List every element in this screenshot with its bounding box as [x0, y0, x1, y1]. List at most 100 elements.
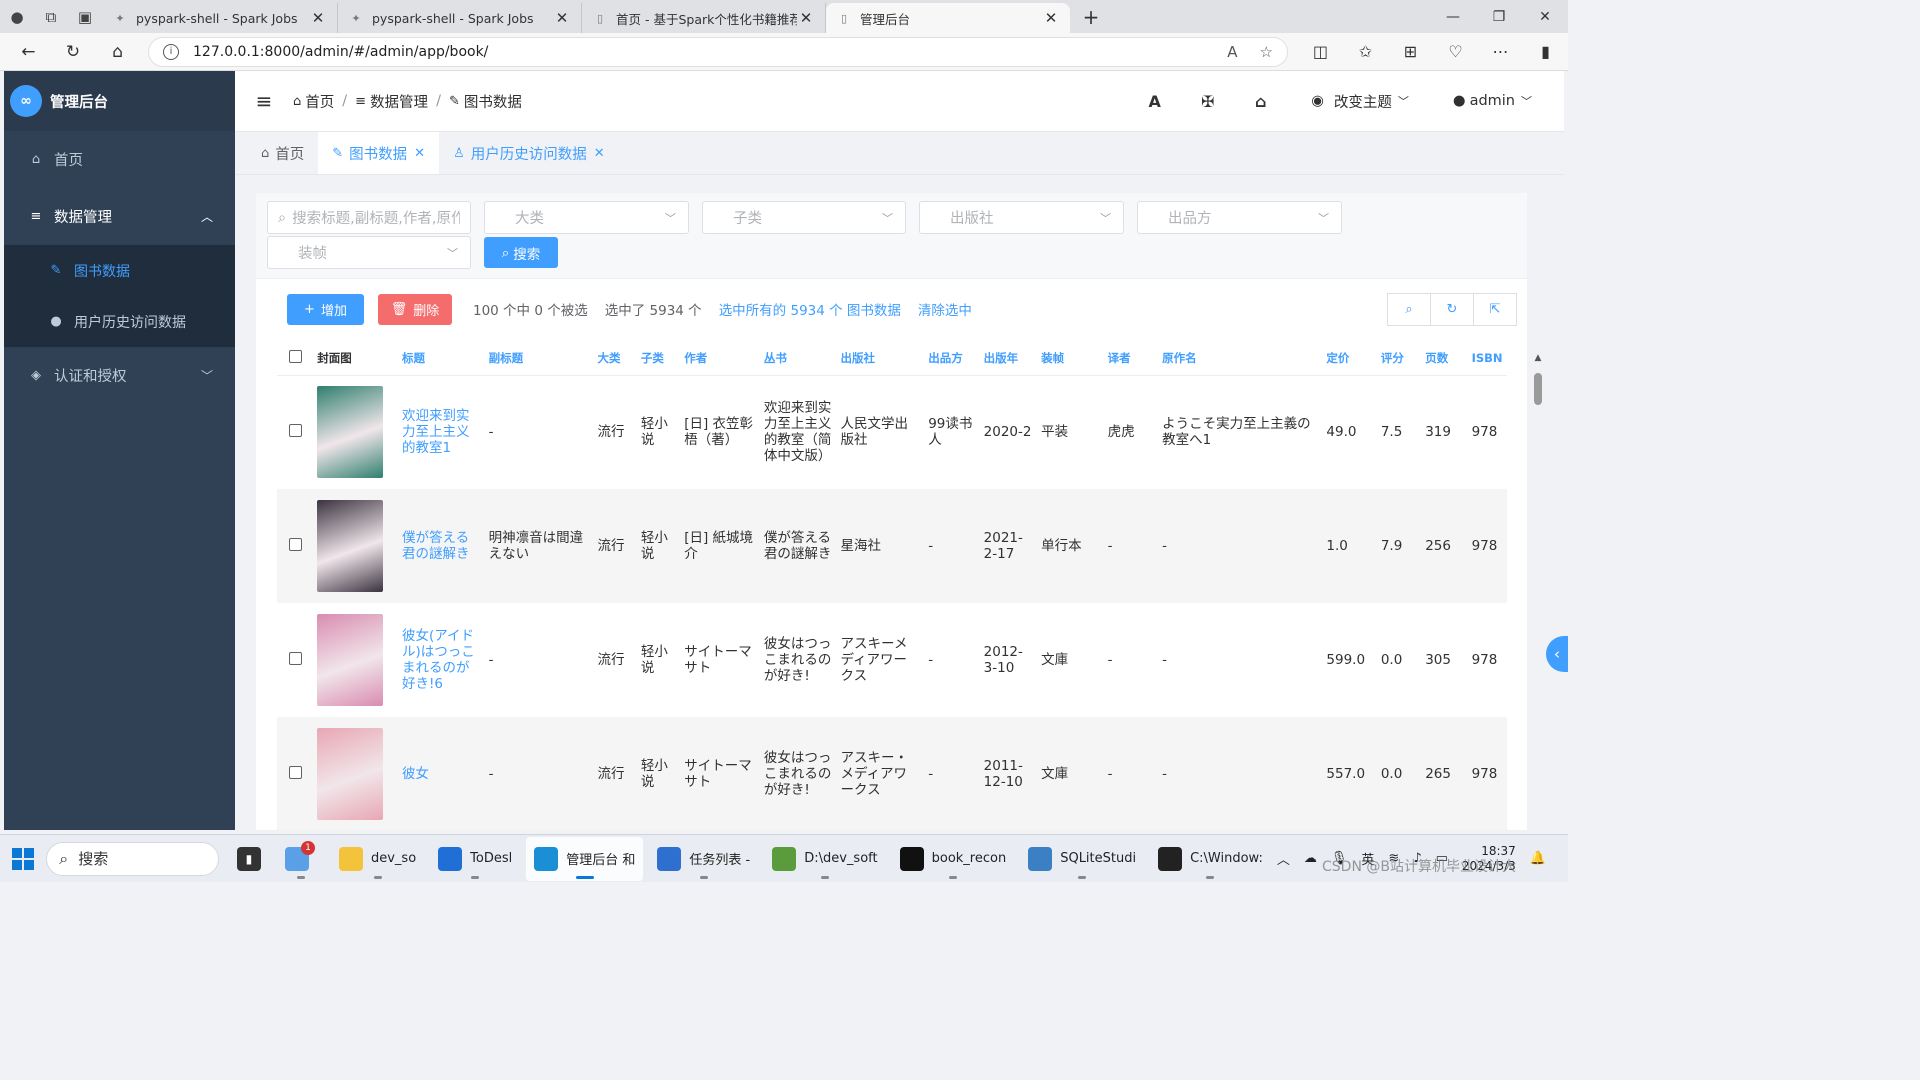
- search-input[interactable]: ⌕ 搜索标题,副标题,作者,原作: [267, 201, 471, 234]
- read-aloud-icon[interactable]: A: [1227, 43, 1237, 61]
- close-icon[interactable]: ✕: [594, 146, 605, 161]
- column-header[interactable]: 大类: [593, 341, 637, 376]
- clear-selection-link[interactable]: 清除选中: [918, 299, 972, 319]
- more-icon[interactable]: ⋯: [1478, 42, 1523, 61]
- taskbar-app[interactable]: book_recon: [892, 837, 1015, 881]
- binding-select[interactable]: 装帧 ﹀: [267, 236, 471, 269]
- minimize-icon[interactable]: —: [1430, 0, 1476, 33]
- export-icon[interactable]: ⇱: [1473, 292, 1517, 326]
- close-icon[interactable]: ✕: [309, 9, 327, 27]
- row-checkbox[interactable]: [289, 651, 302, 665]
- breadcrumb-item[interactable]: 数据管理: [370, 91, 428, 112]
- column-header[interactable]: 标题: [397, 341, 485, 376]
- browser-tab-2[interactable]: ✦ pyspark-shell - Spark Jobs ✕: [338, 3, 582, 33]
- tag-home[interactable]: ⌂ 首页: [247, 132, 318, 174]
- performance-icon[interactable]: ♡: [1433, 42, 1478, 61]
- delete-button[interactable]: 🗑 删除: [378, 293, 452, 325]
- cell-title[interactable]: 欢迎来到实力至上主义的教室1: [398, 375, 485, 489]
- column-header[interactable]: 定价: [1322, 341, 1377, 376]
- browser-tab-4[interactable]: ▯ 管理后台 ✕: [826, 3, 1070, 33]
- home-icon[interactable]: ⌂: [1234, 92, 1287, 111]
- column-header[interactable]: 评分: [1376, 341, 1422, 376]
- home-icon[interactable]: ⌂: [95, 42, 140, 62]
- profile-icon[interactable]: ●: [0, 0, 34, 33]
- user-dropdown[interactable]: ● admin ﹀: [1453, 93, 1532, 109]
- column-header[interactable]: 装帧: [1037, 341, 1104, 376]
- taskbar-app[interactable]: dev_so: [331, 837, 424, 881]
- side-drawer-button[interactable]: ‹: [1546, 636, 1568, 672]
- search-toggle-icon[interactable]: ⌕: [1387, 292, 1431, 326]
- taskbar-app[interactable]: 任务列表 -: [649, 837, 758, 881]
- workspaces-icon[interactable]: ⧉: [34, 0, 68, 33]
- column-header[interactable]: 子类: [636, 341, 681, 376]
- column-header[interactable]: 作者: [680, 341, 760, 376]
- taskbar-app[interactable]: C:\Window:: [1150, 837, 1271, 881]
- tab-actions-icon[interactable]: ▣: [68, 0, 102, 33]
- notification-bell-icon[interactable]: 🔔: [1530, 851, 1546, 866]
- collections-icon[interactable]: ⊞: [1388, 42, 1433, 61]
- cover-image[interactable]: [317, 386, 384, 479]
- fullscreen-icon[interactable]: ✠: [1181, 92, 1234, 111]
- theme-dropdown[interactable]: ◉ 改变主题 ﹀: [1311, 91, 1409, 112]
- cover-image[interactable]: [317, 500, 384, 592]
- taskbar-app[interactable]: 1: [277, 837, 325, 881]
- favorites-icon[interactable]: ✩: [1343, 42, 1388, 61]
- url-field[interactable]: i 127.0.0.1:8000/admin/#/admin/app/book/…: [148, 36, 1288, 67]
- taskview-button[interactable]: ▮: [229, 837, 277, 881]
- split-screen-icon[interactable]: ◫: [1298, 42, 1343, 61]
- cell-title[interactable]: 彼女(アイドル)はつっこまれるのが好き!6: [398, 603, 485, 717]
- sidebar-toggle-icon[interactable]: ▮: [1523, 42, 1568, 61]
- info-icon[interactable]: i: [163, 43, 180, 60]
- column-header[interactable]: 译者: [1103, 341, 1159, 376]
- taskbar-app[interactable]: SQLiteStudi: [1020, 837, 1144, 881]
- sidebar-item-books[interactable]: ✎ 图书数据: [4, 245, 235, 296]
- search-button[interactable]: ⌕ 搜索: [484, 237, 558, 268]
- font-size-icon[interactable]: A: [1128, 92, 1181, 111]
- cover-image[interactable]: [317, 728, 384, 820]
- column-header[interactable]: 页数: [1421, 341, 1468, 376]
- favorite-star-icon[interactable]: ☆: [1260, 43, 1273, 61]
- cell-title[interactable]: 彼女: [397, 717, 485, 830]
- row-checkbox[interactable]: [289, 423, 302, 437]
- scrollbar-thumb[interactable]: [1534, 373, 1542, 405]
- close-icon[interactable]: ✕: [797, 9, 815, 27]
- column-header[interactable]: 出品方: [924, 341, 980, 376]
- row-checkbox[interactable]: [289, 765, 302, 779]
- close-window-icon[interactable]: ✕: [1522, 0, 1568, 33]
- scrollbar[interactable]: ▲: [1532, 353, 1544, 830]
- breadcrumb-item[interactable]: 首页: [305, 91, 334, 112]
- close-icon[interactable]: ✕: [414, 146, 425, 161]
- column-header[interactable]: 原作名: [1158, 341, 1323, 376]
- sidebar-item-auth[interactable]: ◈ 认证和授权 ﹀: [4, 347, 235, 404]
- add-button[interactable]: + 增加: [287, 293, 364, 325]
- scroll-up-icon[interactable]: ▲: [1532, 353, 1544, 363]
- column-header[interactable]: ISBN: [1467, 341, 1507, 376]
- close-icon[interactable]: ✕: [1042, 9, 1060, 27]
- close-icon[interactable]: ✕: [553, 9, 571, 27]
- row-checkbox[interactable]: [289, 537, 302, 551]
- select-all-link[interactable]: 选中所有的 5934 个 图书数据: [719, 299, 901, 319]
- browser-tab-1[interactable]: ✦ pyspark-shell - Spark Jobs ✕: [102, 3, 338, 33]
- sidebar-item-user-history[interactable]: ● 用户历史访问数据: [4, 296, 235, 347]
- column-header[interactable]: 出版社: [836, 341, 925, 376]
- tag-user-history[interactable]: ♙ 用户历史访问数据 ✕: [439, 132, 619, 174]
- column-header[interactable]: 出版年: [979, 341, 1038, 376]
- subcategory-select[interactable]: 子类 ﹀: [702, 201, 906, 234]
- taskbar-app[interactable]: D:\dev_soft: [764, 837, 885, 881]
- cell-title[interactable]: 僕が答える君の謎解き: [397, 489, 485, 603]
- taskbar-app[interactable]: 管理后台 和: [526, 836, 644, 881]
- publisher-select[interactable]: 出版社 ﹀: [919, 201, 1124, 234]
- select-all-checkbox[interactable]: [289, 349, 302, 363]
- taskbar-search[interactable]: ⌕ 搜索: [46, 841, 219, 876]
- taskbar-app[interactable]: ToDesl: [430, 837, 520, 881]
- new-tab-button[interactable]: +: [1076, 5, 1106, 29]
- tag-books[interactable]: ✎ 图书数据 ✕: [318, 132, 440, 174]
- browser-tab-3[interactable]: ▯ 首页 - 基于Spark个性化书籍推荐 ✕: [582, 3, 826, 33]
- back-icon[interactable]: ←: [6, 42, 51, 62]
- start-button[interactable]: [0, 847, 46, 870]
- refresh-icon[interactable]: ↻: [1430, 292, 1474, 326]
- cloud-icon[interactable]: ☁: [1304, 851, 1317, 866]
- column-header[interactable]: 丛书: [759, 341, 837, 376]
- category-select[interactable]: 大类 ﹀: [484, 201, 689, 234]
- column-header[interactable]: 副标题: [484, 341, 594, 376]
